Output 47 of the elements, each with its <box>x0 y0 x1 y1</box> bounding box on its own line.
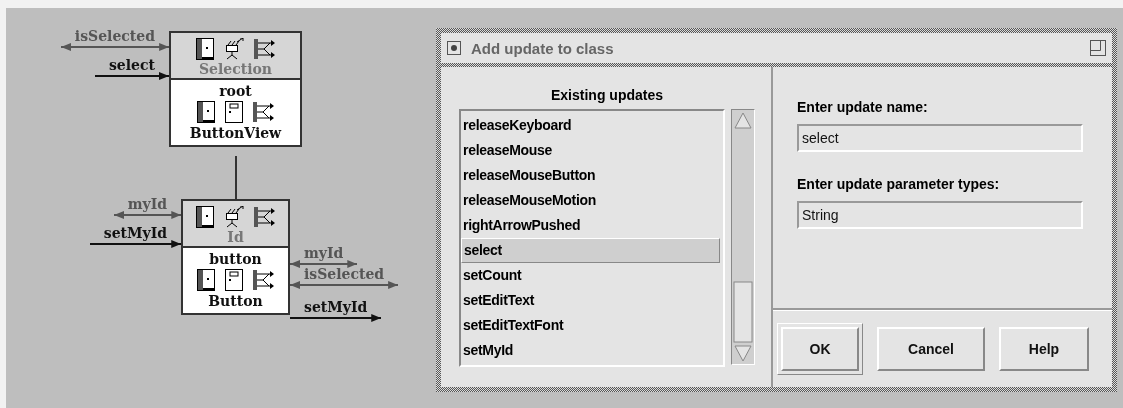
list-item[interactable]: rightArrowPushed <box>461 213 723 238</box>
list-item[interactable]: setMyId <box>461 338 723 363</box>
panel-icon <box>195 37 214 60</box>
panel-icon <box>196 269 215 291</box>
list-heading: Existing updates <box>551 87 663 103</box>
list-item[interactable]: setCount <box>461 263 723 288</box>
fork-arrows-icon <box>253 206 276 227</box>
input-field[interactable]: select <box>797 124 1083 152</box>
fork-arrows-icon <box>252 102 275 122</box>
projector-icon <box>223 37 244 60</box>
dialog-button[interactable]: Cancel <box>877 327 985 371</box>
fork-arrows-icon <box>252 270 275 290</box>
projector-icon <box>223 205 244 228</box>
dialog-button[interactable]: OK <box>781 327 859 371</box>
window-menu-button[interactable] <box>447 41 461 55</box>
list-item[interactable]: setEditText <box>461 288 723 313</box>
connection-label: setMyId <box>102 226 168 240</box>
panel-icon <box>195 205 214 228</box>
fork-arrows-icon <box>253 38 276 59</box>
input-field[interactable]: String <box>797 201 1083 229</box>
list-item[interactable]: releaseMouseButton <box>461 163 723 188</box>
panel-icon <box>196 101 215 123</box>
list-item[interactable]: releaseMouseMotion <box>461 188 723 213</box>
connection-label: myId <box>126 197 168 211</box>
list-item[interactable]: releaseMouse <box>461 138 723 163</box>
window-icon <box>224 101 243 123</box>
node-header: Id <box>227 228 244 246</box>
instance-name: button <box>209 250 262 268</box>
instance-name: root <box>219 82 252 100</box>
maximize-icon[interactable] <box>1090 40 1106 56</box>
connection-label: isSelected <box>73 29 156 43</box>
list-item[interactable]: select <box>461 238 720 263</box>
scrollbar[interactable] <box>731 109 755 365</box>
connection-label: setMyId <box>303 300 369 314</box>
node-header: Selection <box>198 60 273 78</box>
list-item[interactable]: setEditTextFont <box>461 313 723 338</box>
connection-label: select <box>108 58 156 72</box>
window-icon <box>224 269 243 291</box>
field-label: Enter update name: <box>797 99 929 115</box>
window-title: Add update to class <box>471 39 615 57</box>
connection-label: myId <box>303 246 345 260</box>
list-item[interactable]: releaseKeyboard <box>461 113 723 138</box>
class-name: ButtonView <box>189 124 282 142</box>
dialog-button[interactable]: Help <box>999 327 1089 371</box>
connection-label: isSelected <box>303 267 386 281</box>
class-name: Button <box>208 292 263 310</box>
field-label: Enter update parameter types: <box>797 176 1001 192</box>
